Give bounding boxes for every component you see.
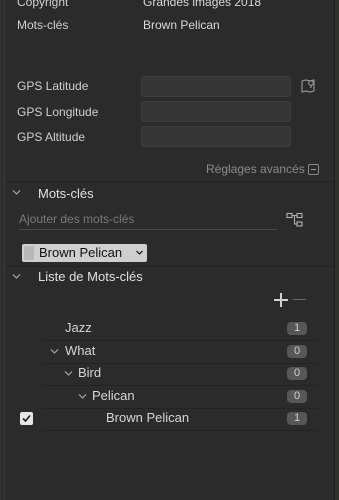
checkmark-icon <box>22 414 31 423</box>
gps-altitude-label: GPS Altitude <box>17 130 86 144</box>
map-pin-icon[interactable] <box>300 78 316 94</box>
row-separator <box>43 363 317 364</box>
collapse-icon[interactable] <box>308 164 319 175</box>
gps-latitude-field[interactable] <box>141 76 291 97</box>
chevron-down-icon[interactable] <box>135 249 144 257</box>
separator <box>5 181 334 182</box>
gps-longitude-label: GPS Longitude <box>17 105 99 119</box>
keyword-list-title[interactable]: Liste de Mots-clés <box>38 269 143 284</box>
chevron-down-icon[interactable] <box>49 346 60 357</box>
add-keywords-placeholder: Ajouter des mots-clés <box>19 212 135 226</box>
add-keywords-input[interactable]: Ajouter des mots-clés <box>19 212 277 230</box>
chevron-down-icon[interactable] <box>11 187 22 202</box>
keyword-item-label[interactable]: Brown Pelican <box>106 410 189 425</box>
chevron-down-icon[interactable] <box>11 271 22 286</box>
copyright-label: Copyright <box>17 0 69 9</box>
chevron-down-icon[interactable] <box>77 391 88 402</box>
row-separator <box>43 340 317 341</box>
keywords-value[interactable]: Brown Pelican <box>143 18 220 32</box>
keyword-count-badge: 0 <box>287 345 307 358</box>
keyword-hierarchy-icon[interactable] <box>286 212 304 228</box>
separator <box>5 266 334 267</box>
row-separator <box>43 430 317 431</box>
remove-keyword-button[interactable] <box>293 299 306 300</box>
copyright-value[interactable]: Grandes images 2018 <box>143 0 261 9</box>
keyword-count-badge: 0 <box>287 367 307 380</box>
keyword-item-label[interactable]: Pelican <box>92 388 135 403</box>
advanced-settings-link[interactable]: Réglages avancés <box>206 162 305 176</box>
keyword-item-label[interactable]: What <box>65 343 95 358</box>
keyword-checkbox[interactable] <box>20 412 33 425</box>
keyword-count-badge: 0 <box>287 390 307 403</box>
chevron-down-icon[interactable] <box>63 368 74 379</box>
gps-longitude-field[interactable] <box>141 101 291 122</box>
add-keyword-button[interactable] <box>274 293 288 307</box>
gps-altitude-field[interactable] <box>141 126 291 147</box>
keyword-item-label[interactable]: Bird <box>78 365 101 380</box>
keyword-count-badge: 1 <box>287 412 307 425</box>
row-separator <box>43 408 317 409</box>
keyword-tag[interactable]: Brown Pelican <box>22 244 147 262</box>
keyword-tag-label: Brown Pelican <box>39 245 123 260</box>
row-separator <box>43 385 317 386</box>
window-edge-left <box>0 0 5 500</box>
keywords-label: Mots-clés <box>17 18 69 32</box>
keywords-section-title[interactable]: Mots-clés <box>38 186 94 201</box>
gps-latitude-label: GPS Latitude <box>17 79 89 93</box>
keyword-item-label[interactable]: Jazz <box>65 320 92 335</box>
keyword-count-badge: 1 <box>287 322 307 335</box>
window-edge-right <box>335 0 339 500</box>
